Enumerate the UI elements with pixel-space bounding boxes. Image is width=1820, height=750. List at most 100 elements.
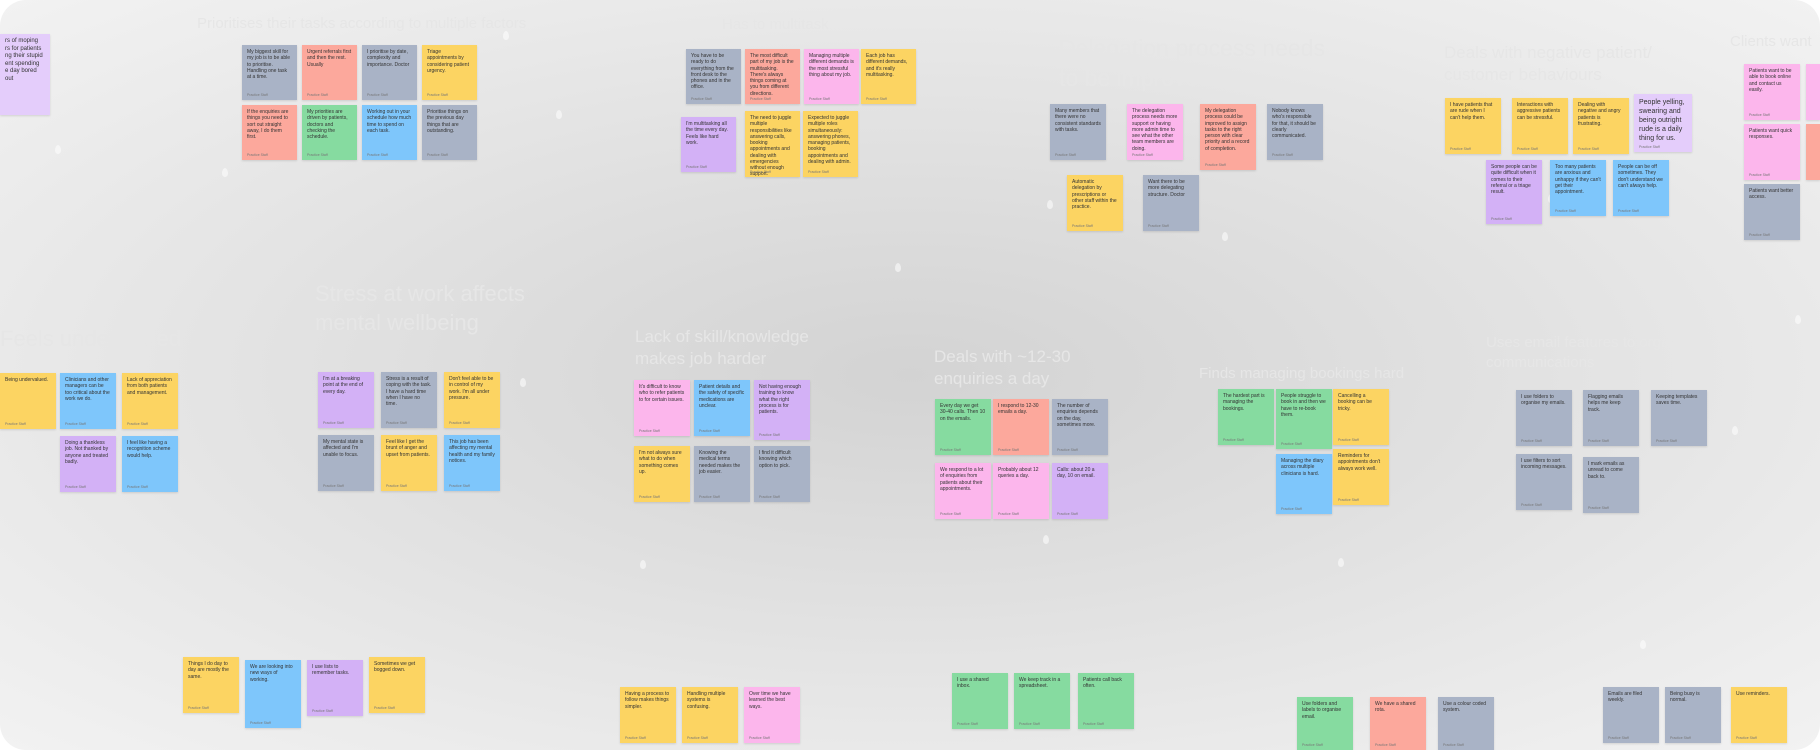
sticky-note[interactable]: We have a shared rota. Practice Staff [1370, 697, 1426, 750]
sticky-note[interactable]: The hardest part is managing the booking… [1218, 389, 1274, 445]
note-text: Things I do day to day are mostly the sa… [188, 661, 229, 680]
sticky-note[interactable]: The need to juggle multiple responsibili… [745, 111, 800, 177]
sticky-note[interactable]: I'm multitasking all the time every day.… [681, 117, 736, 172]
sticky-note[interactable]: I prioritise by date, complexity and imp… [362, 45, 417, 100]
note-author: Practice Staff [1749, 112, 1770, 117]
sticky-note[interactable]: Keeping templates saves time. Practice St… [1651, 390, 1707, 446]
sticky-note[interactable]: We respond to a lot of enquiries from pa… [935, 463, 991, 519]
sticky-note[interactable]: Use a colour coded system. Practice Staff [1438, 697, 1494, 750]
note-author: Practice Staff [750, 169, 771, 174]
sticky-note[interactable]: Dealing with negative and angry patients… [1573, 98, 1629, 154]
note-author: Practice Staff [250, 720, 271, 725]
cluster-title-multitask: Has to multitask [722, 16, 829, 33]
sticky-note[interactable]: Managing the diary across multiple clini… [1276, 454, 1332, 514]
sticky-note[interactable]: My priorities are driven by patients, do… [302, 105, 357, 160]
sticky-note[interactable]: People struggle to book in and then we h… [1276, 389, 1332, 449]
sticky-note[interactable]: Urgent referrals first and then the rest… [302, 45, 357, 100]
note-text: Handling multiple systems is confusing. [687, 691, 726, 710]
sticky-note[interactable]: Expected to juggle multiple roles simult… [803, 111, 858, 177]
note-author: Practice Staff [1338, 497, 1359, 502]
sticky-note[interactable]: Want there to be more delegating structu… [1143, 175, 1199, 231]
sticky-note[interactable]: Nobody knows who's responsible for that,… [1267, 104, 1323, 160]
note-author: Practice Staff [1072, 223, 1093, 228]
sticky-note[interactable]: Some people can be quite difficult when … [1486, 160, 1542, 224]
sticky-note[interactable]: Knowing the medical terms needed makes t… [694, 446, 750, 502]
sticky-note[interactable]: Each job has different demands, and it's… [861, 49, 916, 104]
sticky-note[interactable]: Being busy is normal. Practice Staff [1665, 687, 1721, 743]
sticky-note[interactable]: I'm at a breaking point at the end of ev… [318, 372, 374, 428]
sticky-note[interactable]: Patient details and the safety of specif… [694, 380, 750, 436]
sticky-note[interactable]: Patients call back often. Practice Staff [1078, 673, 1134, 729]
sticky-note[interactable]: Not having enough training to know what … [754, 380, 810, 440]
sticky-note[interactable]: My mental state is affected and I'm unab… [318, 435, 374, 491]
sticky-note[interactable]: Being undervalued. Practice Staff [0, 373, 56, 429]
sticky-note[interactable]: Triage appointments by considering patie… [422, 45, 477, 100]
sticky-note[interactable]: Doing a thankless job. Not thanked by an… [60, 436, 116, 492]
sticky-note[interactable]: Managing multiple different demands is t… [804, 49, 859, 104]
sticky-note[interactable]: I mark emails as unread to come back to.… [1583, 457, 1639, 513]
sticky-note[interactable]: I find it difficult knowing which option… [754, 446, 810, 502]
sticky-note[interactable]: Cancelling a booking can be tricky. Pract… [1333, 389, 1389, 445]
sticky-note[interactable]: Flagging emails helps me keep track. Prac… [1583, 390, 1639, 446]
sticky-note[interactable]: Patients want better access. Practice Sta… [1744, 184, 1800, 240]
sticky-note[interactable]: Things I do day to day are mostly the sa… [183, 657, 239, 713]
sticky-note[interactable] [1806, 64, 1820, 120]
sticky-note[interactable]: I'm not always sure what to do when some… [634, 446, 690, 502]
sticky-note[interactable]: Every day we get 30-40 calls. Then 10 on… [935, 399, 991, 455]
sticky-note[interactable]: People yelling, swearing and being outri… [1634, 94, 1692, 152]
sticky-note[interactable]: Sometimes we get bogged down. Practice St… [369, 657, 425, 713]
sticky-note[interactable]: Use folders and labels to organise email… [1297, 697, 1353, 750]
note-author: Practice Staff [1517, 146, 1538, 151]
note-author: Practice Staff [759, 494, 780, 499]
sticky-note[interactable]: We are looking into new ways of working.… [245, 660, 301, 728]
sticky-note[interactable]: Don't feel able to be in control of my w… [444, 372, 500, 428]
sticky-note[interactable]: Having a process to follow makes things … [620, 687, 676, 743]
sticky-note[interactable]: Probably about 12 queries a day. Practice… [993, 463, 1049, 519]
sticky-note[interactable]: Calls: about 20 a day, 10 on email. Pract… [1052, 463, 1108, 519]
sticky-note[interactable]: I use filters to sort incoming messages.… [1516, 454, 1572, 510]
sticky-note[interactable]: Automatic delegation by prescriptions or… [1067, 175, 1123, 231]
sticky-note[interactable]: Reminders for appointments don't always … [1333, 449, 1389, 505]
sticky-note[interactable]: I feel like having a recognition scheme … [122, 436, 178, 492]
sticky-note[interactable]: Emails are filed weekly. Practice Staff [1603, 687, 1659, 743]
sticky-note[interactable]: People can be off sometimes. They don't … [1613, 160, 1669, 216]
sticky-note[interactable]: Stress is a result of coping with the ta… [381, 372, 437, 428]
whiteboard-canvas[interactable]: Prioritises their tasks according to mul… [0, 0, 1820, 750]
sticky-note[interactable]: Prioritise things on the previous day th… [422, 105, 477, 160]
sticky-note[interactable]: Clinicians and other managers can be too… [60, 373, 116, 429]
sticky-note[interactable]: Working out in your schedule how much ti… [362, 105, 417, 160]
sticky-note[interactable]: It's difficult to know who to refer pati… [634, 380, 690, 436]
sticky-note[interactable]: Too many patients are anxious and unhapp… [1550, 160, 1606, 216]
sticky-note[interactable]: Over time we have learned the best ways.… [744, 687, 800, 743]
note-text: Prioritise things on the previous day th… [427, 109, 469, 134]
sticky-note[interactable]: I use folders to organise my emails. Prac… [1516, 390, 1572, 446]
cluster-title-skill-knowledge: Lack of skill/knowledge makes job harder [635, 327, 809, 369]
sticky-note[interactable]: The delegation process needs more suppor… [1127, 104, 1183, 160]
sticky-note[interactable]: Feel like I get the brunt of anger and u… [381, 435, 437, 491]
sticky-note[interactable]: My delegation process could be improved … [1200, 104, 1256, 170]
sticky-note[interactable]: My biggest skill for my job is to be abl… [242, 45, 297, 100]
sticky-note[interactable]: The most difficult part of my job is the… [745, 49, 800, 104]
note-author: Practice Staff [639, 428, 660, 433]
cluster-title-prioritises: Prioritises their tasks according to mul… [197, 15, 527, 32]
sticky-note[interactable]: Lack of appreciation from both patients … [122, 373, 178, 429]
sticky-note[interactable]: Interactions with aggressive patients ca… [1512, 98, 1568, 154]
sticky-note[interactable]: If the enquiries are things you need to … [242, 105, 297, 160]
sticky-note[interactable]: We keep track in a spreadsheet. Practice … [1014, 673, 1070, 729]
note-author: Practice Staff [1272, 152, 1293, 157]
sticky-note[interactable]: I use lists to remember tasks. Practice S… [307, 660, 363, 716]
sticky-note[interactable]: Patients want to be able to book online … [1744, 64, 1800, 120]
sticky-note[interactable]: Use reminders. Practice Staff [1731, 687, 1787, 743]
sticky-note[interactable]: The number of enquiries depends on the d… [1052, 399, 1108, 455]
sticky-note[interactable]: I use a shared inbox. Practice Staff [952, 673, 1008, 729]
sticky-note[interactable]: Handling multiple systems is confusing. P… [682, 687, 738, 743]
sticky-note[interactable] [1806, 124, 1820, 180]
sticky-note[interactable]: I have patients that are rude when I can… [1445, 98, 1501, 154]
sticky-note[interactable]: I respond to 12-30 emails a day. Practice… [993, 399, 1049, 455]
sticky-note[interactable]: You have to be ready to do everything fr… [686, 49, 741, 104]
note-text: Calls: about 20 a day, 10 on email. [1057, 467, 1095, 480]
sticky-note[interactable]: Patients want quick responses. Practice S… [1744, 124, 1800, 180]
sticky-note[interactable]: Many members that there were no consiste… [1050, 104, 1106, 160]
sticky-note[interactable]: rs of moping rs for patients ng their st… [0, 34, 50, 115]
sticky-note[interactable]: This job has been affecting my mental he… [444, 435, 500, 491]
